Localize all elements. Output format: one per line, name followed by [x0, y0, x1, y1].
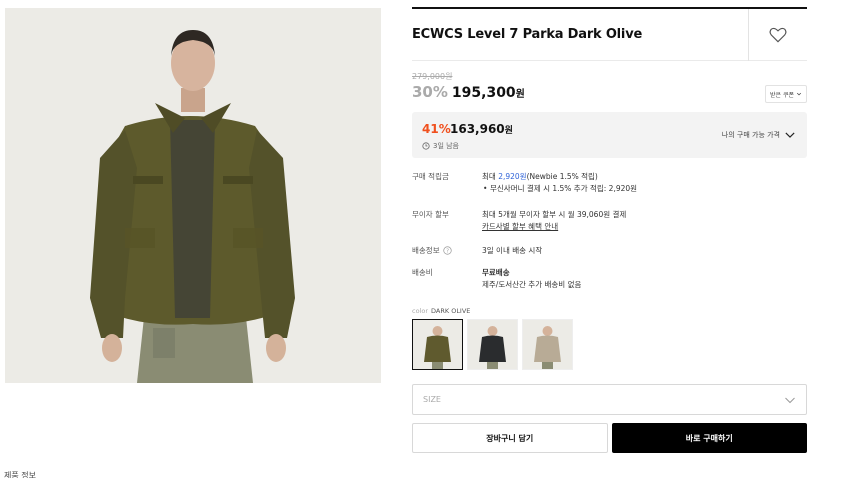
- installment-link[interactable]: 카드사별 할부 혜택 안내: [482, 221, 626, 233]
- original-price: 279,000원: [412, 72, 453, 81]
- timer-text: 3일 남음: [433, 142, 459, 150]
- clock-icon: [422, 142, 430, 150]
- benefit-price: 163,960원: [450, 122, 513, 136]
- shipping-label: 배송정보 ?: [412, 245, 480, 256]
- installment-value: 최대 5개월 무이자 할부 시 월 39,060원 결제 카드사별 할부 혜택 …: [482, 210, 627, 233]
- svg-text:?: ?: [446, 249, 449, 255]
- sale-price-row: 30% 195,300 원: [412, 83, 525, 101]
- points-row: 구매 적립금 최대 2,920원(Newbie 1.5% 적립) 무신사머니 결…: [412, 171, 807, 199]
- buy-now-button[interactable]: 바로 구매하기: [611, 423, 807, 453]
- points-value: 최대 2,920원(Newbie 1.5% 적립) 무신사머니 결제 시 1.5…: [482, 171, 637, 195]
- size-placeholder: SIZE: [423, 395, 441, 404]
- points-label: 구매 적립금: [412, 172, 449, 181]
- shipping-fee-row: 배송비 무료배송 제주/도서산간 추가 배송비 없음: [412, 267, 807, 293]
- size-select[interactable]: SIZE: [412, 384, 807, 415]
- max-benefit-box: 41% 163,960원 3일 남음 나의 구매 가능 가격: [412, 112, 807, 158]
- received-coupon-button[interactable]: 받은 쿠폰: [765, 85, 807, 103]
- color-swatch-beige[interactable]: [522, 319, 573, 370]
- color-swatch-black[interactable]: [467, 319, 518, 370]
- chevron-down-icon: [796, 92, 802, 96]
- installment-row: 무이자 할부 최대 5개월 무이자 할부 시 월 39,060원 결제 카드사별…: [412, 209, 807, 235]
- chevron-down-icon: [785, 397, 795, 404]
- shipping-fee-label: 배송비: [412, 268, 433, 277]
- shipping-row: 배송정보 ? 3일 이내 배송 시작: [412, 245, 807, 259]
- help-icon[interactable]: ?: [442, 246, 452, 255]
- sale-price: 195,300: [451, 85, 516, 101]
- product-info-heading: 제품 정보: [4, 471, 36, 478]
- benefit-timer: 3일 남음: [422, 141, 459, 151]
- sale-price-unit: 원: [515, 89, 525, 100]
- selected-color: DARK OLIVE: [431, 307, 471, 315]
- color-label: color DARK OLIVE: [412, 307, 471, 315]
- my-price-label: 나의 구매 가능 가격: [721, 131, 780, 139]
- wishlist-heart-icon[interactable]: [768, 25, 788, 45]
- shipping-value: 3일 이내 배송 시작: [482, 246, 543, 255]
- coupon-label: 받은 쿠폰: [770, 91, 794, 99]
- product-info-panel: ECWCS Level 7 Parka Dark Olive 279,000원 …: [412, 7, 807, 453]
- add-to-cart-button[interactable]: 장바구니 담기: [412, 423, 608, 453]
- discount-rate: 30%: [412, 83, 448, 101]
- title-row: ECWCS Level 7 Parka Dark Olive: [412, 9, 807, 61]
- my-price-toggle[interactable]: 나의 구매 가능 가격: [722, 130, 795, 140]
- points-bullet: 무신사머니 결제 시 1.5% 추가 적립: 2,920원: [482, 183, 637, 195]
- purchase-actions: 장바구니 담기 바로 구매하기: [412, 423, 807, 453]
- points-amount: 2,920원: [498, 172, 527, 181]
- chevron-down-icon: [785, 132, 795, 138]
- installment-label: 무이자 할부: [412, 210, 449, 219]
- product-title: ECWCS Level 7 Parka Dark Olive: [412, 27, 643, 42]
- shipping-fee-value: 무료배송 제주/도서산간 추가 배송비 없음: [482, 268, 582, 289]
- color-swatch-dark-olive[interactable]: [412, 319, 463, 370]
- benefit-rate: 41%: [422, 122, 451, 136]
- color-swatches: [412, 319, 573, 370]
- title-divider: [748, 9, 749, 61]
- product-main-image: [5, 8, 381, 383]
